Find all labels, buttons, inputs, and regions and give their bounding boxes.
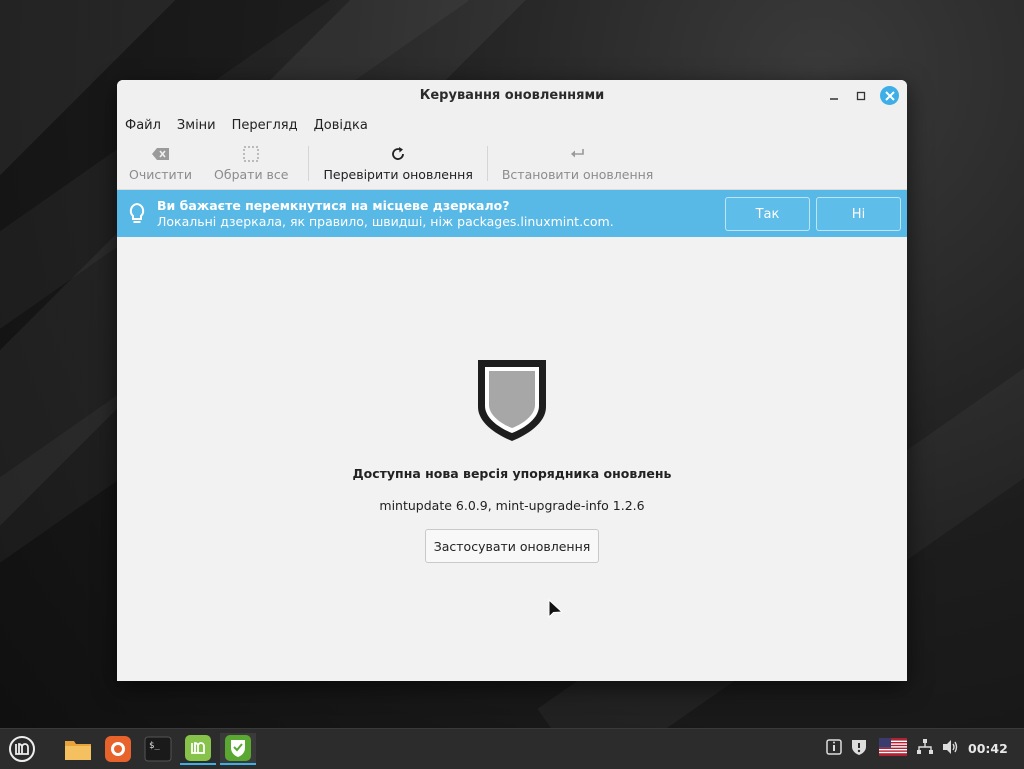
notification-tray-icon[interactable] [826, 738, 842, 756]
mirror-infobar: Ви бажаєте перемкнутися на місцеве дзерк… [117, 190, 907, 237]
us-flag-icon [879, 738, 907, 756]
maximize-icon [856, 91, 866, 101]
mint-icon [185, 735, 211, 761]
start-menu-button[interactable] [4, 733, 40, 765]
mouse-cursor-icon [548, 599, 564, 619]
refresh-label: Перевірити оновлення [323, 167, 473, 182]
clear-icon [151, 148, 169, 160]
close-icon [884, 90, 895, 101]
update-heading: Доступна нова версія упорядника оновлень [352, 466, 672, 481]
update-manager-icon [225, 735, 251, 761]
title-bar[interactable]: Керування оновленнями [117, 80, 907, 112]
maximize-button[interactable] [851, 86, 871, 106]
menu-edit[interactable]: Зміни [177, 118, 216, 133]
infobar-title: Ви бажаєте перемкнутися на місцеве дзерк… [157, 197, 510, 213]
refresh-button[interactable]: Перевірити оновлення [315, 138, 480, 189]
install-icon [570, 149, 584, 158]
lightbulb-icon [117, 202, 157, 226]
mintinstall-launcher[interactable] [180, 733, 216, 765]
network-tray-icon[interactable] [916, 738, 934, 756]
clear-label: Очистити [129, 167, 193, 182]
refresh-icon [392, 147, 405, 160]
minimize-button[interactable] [824, 86, 844, 106]
infobar-subtitle: Локальні дзеркала, як правило, швидші, н… [157, 213, 614, 229]
svg-text:$_: $_ [149, 741, 160, 751]
menu-view[interactable]: Перегляд [232, 118, 298, 133]
update-tray-icon[interactable] [850, 738, 868, 756]
update-versions: mintupdate 6.0.9, mint-upgrade-info 1.2.… [379, 498, 645, 513]
network-icon [917, 739, 933, 754]
update-manager-task[interactable] [220, 733, 256, 765]
volume-icon [943, 740, 958, 754]
update-manager-window: Керування оновленнями Файл Зміни Перегля… [117, 80, 907, 681]
toolbar: Очистити Обрати все Перевірити оновлення… [117, 138, 907, 190]
toolbar-separator [486, 146, 488, 181]
firefox-launcher[interactable] [100, 733, 136, 765]
keyboard-layout-indicator[interactable] [879, 738, 907, 756]
apply-update-button[interactable]: Застосувати оновлення [425, 529, 599, 563]
mirror-yes-button[interactable]: Так [725, 197, 810, 231]
firefox-icon [105, 736, 131, 762]
select-all-icon [243, 146, 259, 162]
close-button[interactable] [880, 86, 899, 105]
info-icon [826, 739, 842, 755]
main-content: Доступна нова версія упорядника оновлень… [117, 237, 907, 681]
infobar-text: Ви бажаєте перемкнутися на місцеве дзерк… [157, 198, 614, 230]
menu-icon [9, 736, 35, 762]
clear-button[interactable]: Очистити [121, 138, 200, 189]
shield-icon [478, 360, 546, 441]
menu-file[interactable]: Файл [125, 118, 161, 133]
terminal-launcher[interactable]: $_ [140, 733, 176, 765]
mirror-no-button[interactable]: Ні [816, 197, 901, 231]
menu-help[interactable]: Довідка [314, 118, 368, 133]
taskbar: $_ 00:42 [0, 728, 1024, 769]
minimize-icon [830, 98, 838, 100]
install-label: Встановити оновлення [501, 167, 654, 182]
volume-tray-icon[interactable] [941, 738, 959, 756]
toolbar-separator [308, 146, 310, 181]
shield-alert-icon [852, 740, 866, 755]
desktop-background: Керування оновленнями Файл Зміни Перегля… [0, 0, 1024, 728]
select-all-button[interactable]: Обрати все [200, 138, 302, 189]
select-all-label: Обрати все [214, 167, 289, 182]
window-title: Керування оновленнями [419, 88, 605, 103]
folder-icon [65, 741, 91, 760]
install-button[interactable]: Встановити оновлення [494, 138, 661, 189]
terminal-icon: $_ [144, 736, 172, 762]
clock[interactable]: 00:42 [968, 741, 1008, 756]
menu-bar: Файл Зміни Перегляд Довідка [117, 112, 907, 138]
files-launcher[interactable] [60, 733, 96, 765]
